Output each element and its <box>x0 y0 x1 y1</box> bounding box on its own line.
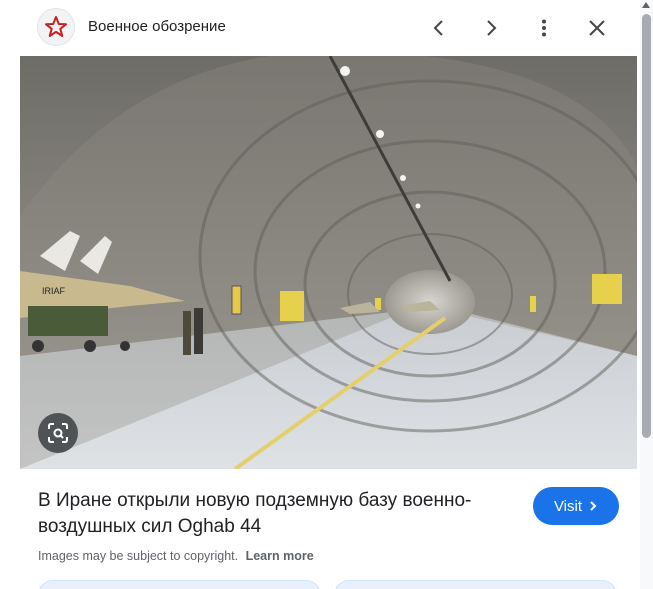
related-chip[interactable] <box>334 580 617 589</box>
scrollbar[interactable] <box>640 0 653 589</box>
chevron-right-icon <box>487 20 497 36</box>
aircraft-marking: IRIAF <box>42 286 66 296</box>
visit-label: Visit <box>553 497 583 515</box>
close-icon <box>589 20 605 36</box>
copyright-notice: Images may be subject to copyright. Lear… <box>38 549 314 563</box>
preview-image[interactable]: IRIAF <box>20 56 637 469</box>
chevron-right-icon <box>590 501 597 511</box>
lens-search-button[interactable] <box>38 413 78 453</box>
next-button[interactable] <box>475 12 507 44</box>
visit-button[interactable]: Visit <box>533 487 619 525</box>
previous-button[interactable] <box>423 12 455 44</box>
more-vert-icon <box>542 19 546 37</box>
site-favicon[interactable] <box>37 8 75 46</box>
close-button[interactable] <box>581 12 613 44</box>
more-options-button[interactable] <box>528 12 560 44</box>
chevron-left-icon <box>433 20 443 36</box>
scroll-up-icon[interactable] <box>642 2 650 8</box>
hangar-photo: IRIAF <box>20 56 637 469</box>
viewer-header: Военное обозрение <box>20 0 637 56</box>
site-name[interactable]: Военное обозрение <box>88 18 226 35</box>
page-title[interactable]: В Иране открыли новую подземную базу вое… <box>38 488 508 540</box>
scroll-thumb[interactable] <box>642 14 651 438</box>
related-chip[interactable] <box>38 580 321 589</box>
lens-search-icon <box>48 423 68 443</box>
learn-more-link[interactable]: Learn more <box>246 549 314 563</box>
image-viewer-panel: Военное обозрение IRIAF В Иране открыли … <box>20 0 637 589</box>
copyright-text: Images may be subject to copyright. <box>38 549 239 563</box>
red-star-icon <box>45 16 67 37</box>
